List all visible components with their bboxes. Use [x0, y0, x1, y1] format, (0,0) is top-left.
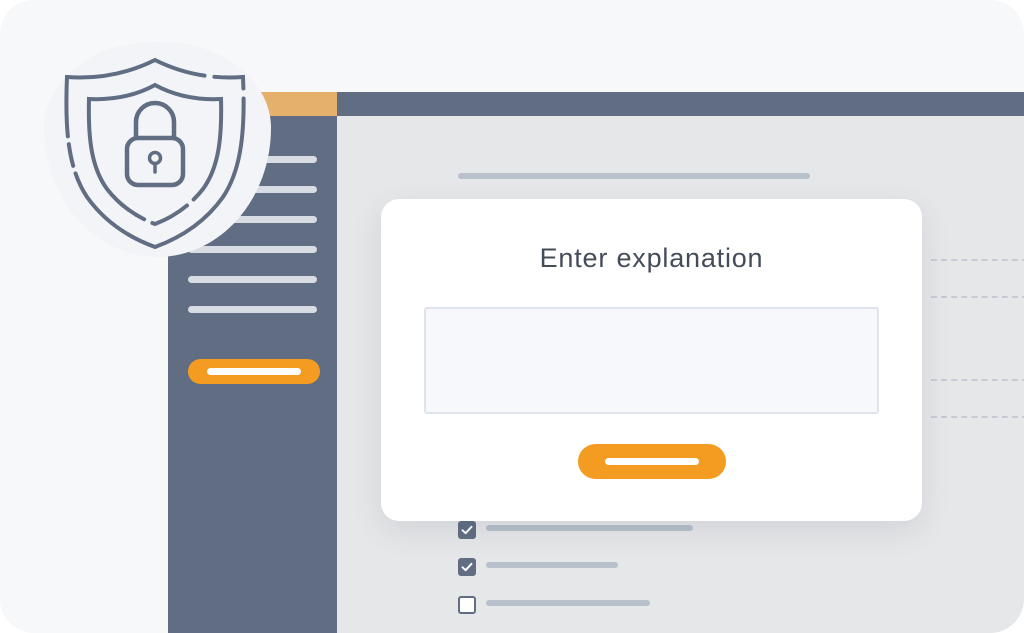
submit-button-label	[605, 458, 699, 465]
checkmark-icon	[461, 525, 473, 535]
submit-button[interactable]	[578, 444, 726, 479]
checkbox-checked[interactable]	[458, 521, 476, 539]
sidebar-item-6[interactable]	[188, 306, 317, 313]
explanation-input[interactable]	[424, 307, 879, 414]
field-divider	[931, 296, 1024, 298]
checklist-item-label	[486, 525, 693, 531]
checkbox-unchecked[interactable]	[458, 596, 476, 614]
field-divider	[931, 259, 1024, 261]
checkmark-icon	[461, 562, 473, 572]
window-title-bar	[168, 92, 1024, 116]
dialog-title: Enter explanation	[539, 243, 764, 273]
sidebar-action-button[interactable]	[188, 359, 320, 384]
stage: Enter explanation	[0, 0, 1024, 633]
explanation-dialog: Enter explanation	[381, 199, 922, 521]
field-divider	[931, 416, 1024, 418]
content-heading-placeholder	[458, 173, 810, 179]
shield-lock-icon	[64, 57, 246, 250]
checklist-item-label	[486, 562, 618, 568]
field-divider	[931, 379, 1024, 381]
illustration-card: Enter explanation	[0, 0, 1024, 633]
checkbox-checked[interactable]	[458, 558, 476, 576]
sidebar-action-button-label	[207, 368, 301, 375]
sidebar-item-5[interactable]	[188, 276, 317, 283]
checklist-item-label	[486, 600, 650, 606]
